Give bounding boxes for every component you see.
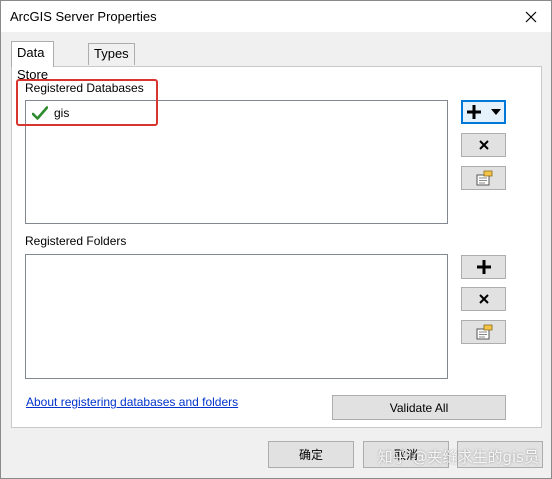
registered-folders-label: Registered Folders — [25, 234, 127, 248]
validate-all-button[interactable]: Validate All — [332, 395, 506, 420]
tab-types[interactable]: Types — [88, 43, 135, 65]
database-name: gis — [54, 106, 70, 120]
validate-all-label: Validate All — [389, 400, 449, 415]
cancel-label: 取消 — [393, 448, 418, 462]
properties-icon — [476, 324, 492, 340]
apply-button[interactable] — [457, 441, 543, 468]
ok-label: 确定 — [298, 448, 323, 462]
plus-icon — [466, 105, 481, 119]
tab-label: Types — [94, 46, 129, 61]
tab-data-store[interactable]: Data Store — [11, 41, 55, 82]
remove-icon — [478, 294, 489, 304]
close-icon — [525, 11, 537, 22]
cancel-button[interactable]: 取消 — [363, 441, 449, 468]
checkmark-icon — [32, 106, 48, 120]
dialog-window: ArcGIS Server Properties Data Store Type… — [0, 0, 552, 479]
add-database-button[interactable] — [461, 100, 506, 124]
registered-folders-list[interactable] — [25, 254, 448, 379]
properties-icon — [476, 170, 492, 186]
tab-label: Data Store — [17, 45, 49, 82]
about-registering-link[interactable]: About registering databases and folders — [26, 395, 238, 409]
remove-database-button[interactable] — [461, 133, 506, 157]
chevron-down-icon[interactable] — [490, 109, 501, 115]
title-bar: ArcGIS Server Properties — [1, 1, 551, 32]
list-item[interactable]: gis — [32, 104, 69, 122]
remove-folder-button[interactable] — [461, 287, 506, 311]
folder-properties-button[interactable] — [461, 320, 506, 344]
remove-icon — [478, 140, 489, 150]
ok-button[interactable]: 确定 — [268, 441, 354, 468]
data-store-panel: Registered Databases gis Registered Fold… — [11, 66, 542, 428]
plus-icon — [476, 260, 491, 274]
close-button[interactable] — [511, 1, 551, 32]
add-folder-button[interactable] — [461, 255, 506, 279]
database-properties-button[interactable] — [461, 166, 506, 190]
window-title: ArcGIS Server Properties — [10, 9, 157, 24]
registered-databases-list[interactable]: gis — [25, 100, 448, 224]
